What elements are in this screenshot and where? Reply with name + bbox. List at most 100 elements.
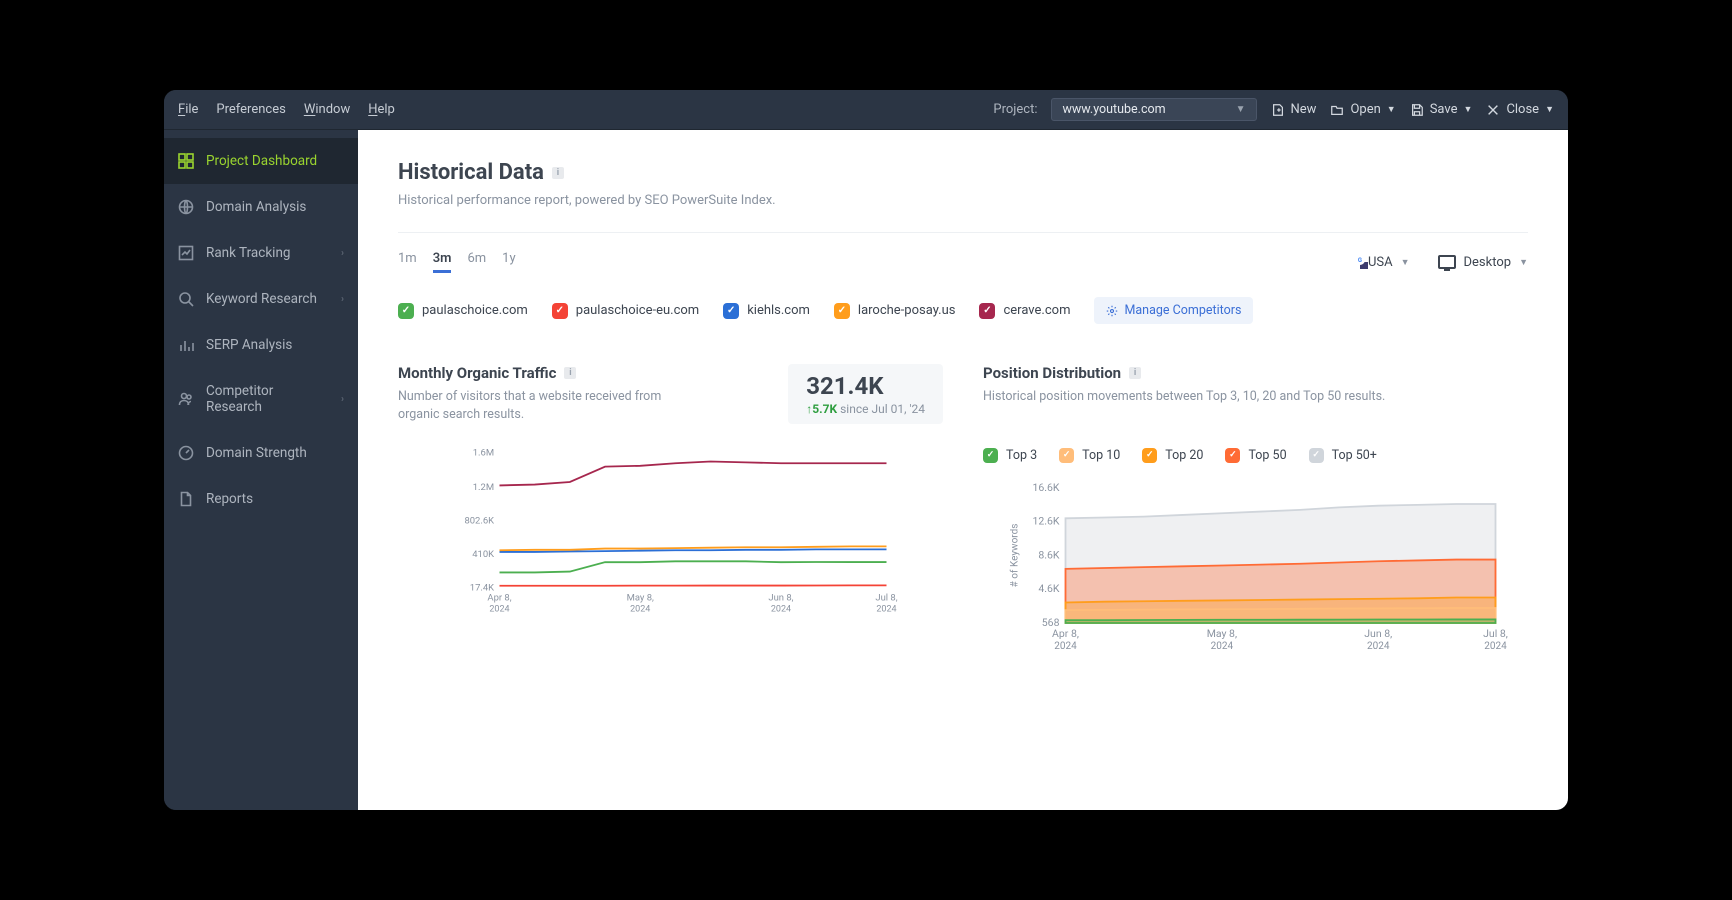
project-label: Project:: [993, 102, 1037, 117]
sidebar-item-competitor-research[interactable]: Competitor Research ›: [164, 368, 358, 430]
checkbox-icon: ✓: [1142, 448, 1157, 463]
svg-text:Jul 8,: Jul 8,: [875, 593, 897, 604]
divider: [398, 232, 1528, 233]
legend-item[interactable]: ✓Top 50+: [1309, 448, 1377, 463]
competitor-label: kiehls.com: [747, 303, 810, 318]
traffic-chart-title: Monthly Organic Traffic i: [398, 364, 698, 382]
close-button[interactable]: Close ▼: [1486, 102, 1554, 117]
svg-text:2024: 2024: [1367, 641, 1390, 652]
position-chart-block: Position Distribution i Historical posit…: [983, 364, 1528, 667]
sidebar-item-domain-strength[interactable]: Domain Strength: [164, 430, 358, 476]
legend-item[interactable]: ✓Top 3: [983, 448, 1037, 463]
chevron-right-icon: ›: [341, 248, 344, 259]
time-tab-1m[interactable]: 1m: [398, 251, 417, 273]
save-icon: [1410, 103, 1424, 117]
info-icon[interactable]: i: [1129, 367, 1141, 379]
menu-preferences[interactable]: Preferences: [216, 102, 285, 117]
svg-text:4.6K: 4.6K: [1038, 582, 1060, 595]
new-button[interactable]: New: [1271, 102, 1317, 117]
chevron-right-icon: ›: [341, 294, 344, 305]
sidebar-item-rank-tracking[interactable]: Rank Tracking ›: [164, 230, 358, 276]
folder-open-icon: [1330, 103, 1344, 117]
checkbox-icon: ✓: [552, 303, 568, 319]
svg-text:1.2M: 1.2M: [473, 482, 494, 493]
legend-label: Top 10: [1082, 448, 1120, 463]
menu-help[interactable]: Help: [368, 102, 395, 117]
svg-text:16.6K: 16.6K: [1032, 483, 1059, 494]
position-chart-subtitle: Historical position movements between To…: [983, 388, 1528, 406]
competitor-label: cerave.com: [1003, 303, 1070, 318]
sidebar-item-serp-analysis[interactable]: SERP Analysis: [164, 322, 358, 368]
device-select[interactable]: Desktop ▼: [1438, 255, 1529, 270]
sidebar-item-reports[interactable]: Reports: [164, 476, 358, 522]
sidebar-item-project-dashboard[interactable]: Project Dashboard: [164, 138, 358, 184]
menubar-right: Project: www.youtube.com ▼ New Open ▼ Sa…: [993, 98, 1554, 121]
competitor-label: paulaschoice.com: [422, 303, 528, 318]
traffic-metric-box: 321.4K ↑5.7K since Jul 01, '24: [788, 364, 943, 424]
caret-down-icon: ▼: [1545, 104, 1554, 115]
competitor-chip[interactable]: ✓paulaschoice.com: [398, 303, 528, 319]
competitor-chip[interactable]: ✓ cerave.com: [979, 303, 1070, 319]
doc-icon: [178, 491, 194, 507]
info-icon[interactable]: i: [552, 167, 564, 179]
svg-text:2024: 2024: [1054, 641, 1077, 652]
time-tabs: 1m 3m 6m 1y: [398, 251, 516, 273]
manage-competitors-button[interactable]: Manage Competitors: [1094, 297, 1253, 324]
globe-icon: [178, 199, 194, 215]
svg-text:2024: 2024: [1484, 641, 1507, 652]
svg-text:2024: 2024: [1211, 641, 1234, 652]
charts-row: Monthly Organic Traffic i Number of visi…: [398, 364, 1528, 667]
checkbox-icon: ✓: [1059, 448, 1074, 463]
menu-file[interactable]: File: [178, 102, 198, 117]
competitor-chip[interactable]: ✓ paulaschoice-eu.com: [552, 303, 699, 319]
traffic-metric-value: 321.4K: [806, 372, 925, 400]
caret-down-icon: ▼: [1519, 257, 1528, 268]
caret-down-icon: ▼: [1387, 104, 1396, 115]
country-select[interactable]: G USA ▼: [1360, 255, 1410, 270]
menu-window[interactable]: Window: [304, 102, 350, 117]
sidebar-item-label: Domain Analysis: [206, 199, 306, 215]
svg-text:Jun 8,: Jun 8,: [768, 593, 793, 604]
time-tab-1y[interactable]: 1y: [502, 251, 515, 273]
svg-text:8.6K: 8.6K: [1038, 548, 1060, 561]
time-tab-6m[interactable]: 6m: [467, 251, 486, 273]
svg-text:Jul 8,: Jul 8,: [1483, 627, 1508, 640]
gear-icon: [1106, 305, 1118, 317]
svg-text:# of Keywords: # of Keywords: [1009, 523, 1021, 587]
svg-text:Jun 8,: Jun 8,: [1364, 627, 1392, 640]
menubar-left: File Preferences Window Help: [178, 102, 395, 117]
project-select[interactable]: www.youtube.com ▼: [1051, 98, 1256, 121]
competitors-row: ✓paulaschoice.com✓paulaschoice-eu.com✓ki…: [398, 297, 1528, 324]
svg-text:2024: 2024: [876, 604, 896, 614]
sidebar-item-label: Reports: [206, 491, 253, 507]
sidebar-item-label: Keyword Research: [206, 291, 317, 307]
sidebar-item-label: SERP Analysis: [206, 337, 292, 353]
caret-down-icon: ▼: [1401, 257, 1410, 268]
competitor-chip[interactable]: ✓ kiehls.com: [723, 303, 810, 319]
svg-text:Apr 8,: Apr 8,: [487, 593, 511, 604]
body-area: Project Dashboard Domain Analysis Rank T…: [164, 130, 1568, 810]
legend-item[interactable]: ✓Top 20: [1142, 448, 1203, 463]
sidebar-item-keyword-research[interactable]: Keyword Research ›: [164, 276, 358, 322]
legend-item[interactable]: ✓ Top 10: [1059, 448, 1120, 463]
time-tab-3m[interactable]: 3m: [433, 251, 452, 273]
competitor-chip[interactable]: ✓laroche-posay.us: [834, 303, 956, 319]
page-title: Historical Data i: [398, 160, 1528, 185]
sidebar-item-label: Domain Strength: [206, 445, 307, 461]
page-subtitle: Historical performance report, powered b…: [398, 193, 1528, 208]
legend-item[interactable]: ✓Top 50: [1225, 448, 1286, 463]
competitor-label: paulaschoice-eu.com: [576, 303, 699, 318]
traffic-chart-block: Monthly Organic Traffic i Number of visi…: [398, 364, 943, 667]
project-select-value: www.youtube.com: [1062, 102, 1165, 117]
close-icon: [1486, 103, 1500, 117]
save-button[interactable]: Save ▼: [1410, 102, 1473, 117]
checkbox-icon: ✓: [723, 303, 739, 319]
checkbox-icon: ✓: [834, 303, 850, 319]
sidebar-item-domain-analysis[interactable]: Domain Analysis: [164, 184, 358, 230]
menubar: File Preferences Window Help Project: ww…: [164, 90, 1568, 130]
info-icon[interactable]: i: [564, 367, 576, 379]
search-icon: [178, 291, 194, 307]
svg-text:Apr 8,: Apr 8,: [1052, 627, 1079, 640]
checkbox-icon: ✓: [979, 303, 995, 319]
open-button[interactable]: Open ▼: [1330, 102, 1395, 117]
